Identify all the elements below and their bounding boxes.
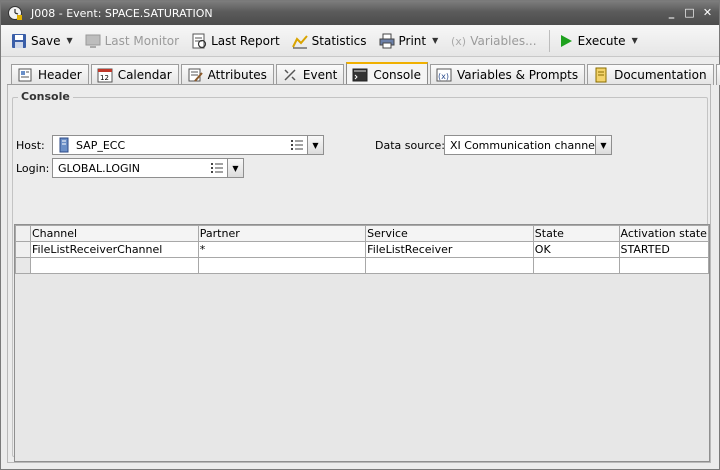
save-label: Save [31, 33, 61, 48]
variables-icon: (x) [451, 35, 466, 48]
clock-icon [8, 6, 22, 20]
host-field[interactable]: SAP_ECC ▼ [52, 135, 324, 155]
cell-channel[interactable]: FileListReceiverChannel [29, 241, 199, 258]
login-label: Login: [16, 162, 50, 175]
column-header-channel[interactable]: Channel [29, 225, 199, 242]
tab-attributes[interactable]: Attributes [180, 64, 274, 85]
console-panel: Console Host: SAP_ECC ▼ Login: GLOBAL.LO… [7, 85, 711, 463]
cell-partner[interactable]: * [197, 241, 367, 258]
last-report-label: Last Report [211, 33, 280, 48]
printer-icon [379, 33, 395, 48]
svg-text:(x): (x) [451, 35, 466, 48]
cell-empty[interactable] [365, 257, 534, 274]
cell-empty[interactable] [532, 257, 620, 274]
tab-documentation[interactable]: Documentation [587, 64, 714, 85]
save-button[interactable]: Save ▼ [7, 29, 77, 53]
toolbar-separator [548, 29, 550, 52]
close-button[interactable]: ✕ [700, 5, 715, 20]
documentation-icon [595, 67, 607, 83]
add-tab-button[interactable] [715, 64, 720, 85]
execute-dropdown-icon[interactable]: ▼ [632, 36, 638, 45]
tab-variables-prompts[interactable]: (x) Variables & Prompts [429, 64, 586, 85]
column-header-partner[interactable]: Partner [197, 225, 367, 242]
monitor-icon [85, 34, 101, 48]
tab-event[interactable]: Event [275, 64, 345, 85]
event-window: J008 - Event: SPACE.SATURATION _ □ ✕ Sav… [0, 0, 720, 470]
print-label: Print [398, 33, 427, 48]
list-icon[interactable] [289, 137, 305, 153]
host-value: SAP_ECC [76, 138, 126, 152]
datasource-value: XI Communication channels [450, 138, 595, 152]
datasource-select[interactable]: XI Communication channels ▼ [444, 135, 612, 155]
variables-prompts-icon: (x) [436, 68, 452, 82]
print-button[interactable]: Print ▼ [375, 29, 443, 53]
statistics-icon [291, 34, 308, 48]
window-title: J008 - Event: SPACE.SATURATION [31, 6, 213, 20]
last-monitor-button[interactable]: Last Monitor [81, 29, 183, 53]
statistics-button[interactable]: Statistics [288, 29, 371, 53]
svg-text:(x): (x) [438, 72, 449, 81]
column-header-state[interactable]: State [532, 225, 620, 242]
play-icon [560, 34, 572, 47]
console-icon [352, 68, 368, 82]
login-value: GLOBAL.LOGIN [58, 161, 141, 175]
datasource-dropdown-button[interactable]: ▼ [595, 136, 611, 154]
statistics-label: Statistics [311, 33, 367, 48]
row-header-corner [15, 225, 31, 242]
floppy-icon [12, 33, 26, 48]
tab-strip: Header 12 Calendar Attributes Event Cons… [11, 61, 720, 86]
tab-console-label: Console [373, 68, 421, 82]
tab-header-label: Header [38, 68, 82, 82]
console-group-title: Console [18, 90, 73, 103]
save-dropdown-icon[interactable]: ▼ [66, 36, 72, 45]
tab-calendar-label: Calendar [117, 68, 172, 82]
cell-empty[interactable] [29, 257, 199, 274]
tab-event-label: Event [302, 68, 338, 82]
tab-calendar[interactable]: 12 Calendar [90, 64, 179, 85]
cell-activation-state[interactable]: STARTED [618, 241, 710, 258]
execute-label: Execute [577, 33, 626, 48]
row-header[interactable] [15, 257, 31, 274]
last-report-button[interactable]: Last Report [187, 29, 284, 53]
column-header-service[interactable]: Service [365, 225, 534, 242]
tab-console[interactable]: Console [346, 62, 428, 86]
channels-table: Channel Partner Service State Activation… [14, 224, 710, 462]
cell-state[interactable]: OK [532, 241, 620, 258]
execute-button[interactable]: Execute ▼ [554, 29, 642, 53]
host-label: Host: [16, 139, 45, 152]
tab-attributes-label: Attributes [207, 68, 267, 82]
toolbar: Save ▼ Last Monitor Last Report Statisti… [1, 25, 719, 57]
cell-empty[interactable] [197, 257, 367, 274]
channels-grid: Channel Partner Service State Activation… [15, 225, 710, 274]
calendar-icon: 12 [97, 68, 113, 83]
svg-text:12: 12 [100, 74, 109, 82]
server-icon [59, 137, 69, 153]
attributes-icon [188, 68, 203, 82]
cell-empty[interactable] [618, 257, 710, 274]
event-icon [284, 69, 296, 81]
last-monitor-label: Last Monitor [104, 33, 180, 48]
variables-label: Variables... [470, 33, 537, 48]
table-row[interactable]: FileListReceiverChannel * FileListReceiv… [15, 241, 710, 258]
tab-variables-prompts-label: Variables & Prompts [456, 68, 579, 82]
login-dropdown-button[interactable]: ▼ [227, 159, 243, 177]
tab-documentation-label: Documentation [614, 68, 707, 82]
table-row-empty[interactable] [15, 257, 710, 274]
datasource-label: Data source: [375, 139, 445, 152]
cell-service[interactable]: FileListReceiver [365, 241, 534, 258]
list-icon[interactable] [209, 160, 225, 176]
minimize-button[interactable]: _ [664, 5, 679, 20]
maximize-button[interactable]: □ [682, 5, 697, 20]
header-icon [18, 68, 32, 82]
report-icon [192, 33, 207, 48]
login-field[interactable]: GLOBAL.LOGIN ▼ [52, 158, 244, 178]
table-header-row: Channel Partner Service State Activation… [15, 225, 710, 242]
tab-header[interactable]: Header [11, 64, 89, 85]
row-header[interactable] [15, 241, 31, 258]
host-dropdown-button[interactable]: ▼ [307, 136, 323, 154]
column-header-activation-state[interactable]: Activation state [618, 225, 710, 242]
print-dropdown-icon[interactable]: ▼ [432, 36, 438, 45]
variables-button[interactable]: (x) Variables... [446, 29, 540, 53]
title-bar: J008 - Event: SPACE.SATURATION _ □ ✕ [1, 1, 719, 25]
